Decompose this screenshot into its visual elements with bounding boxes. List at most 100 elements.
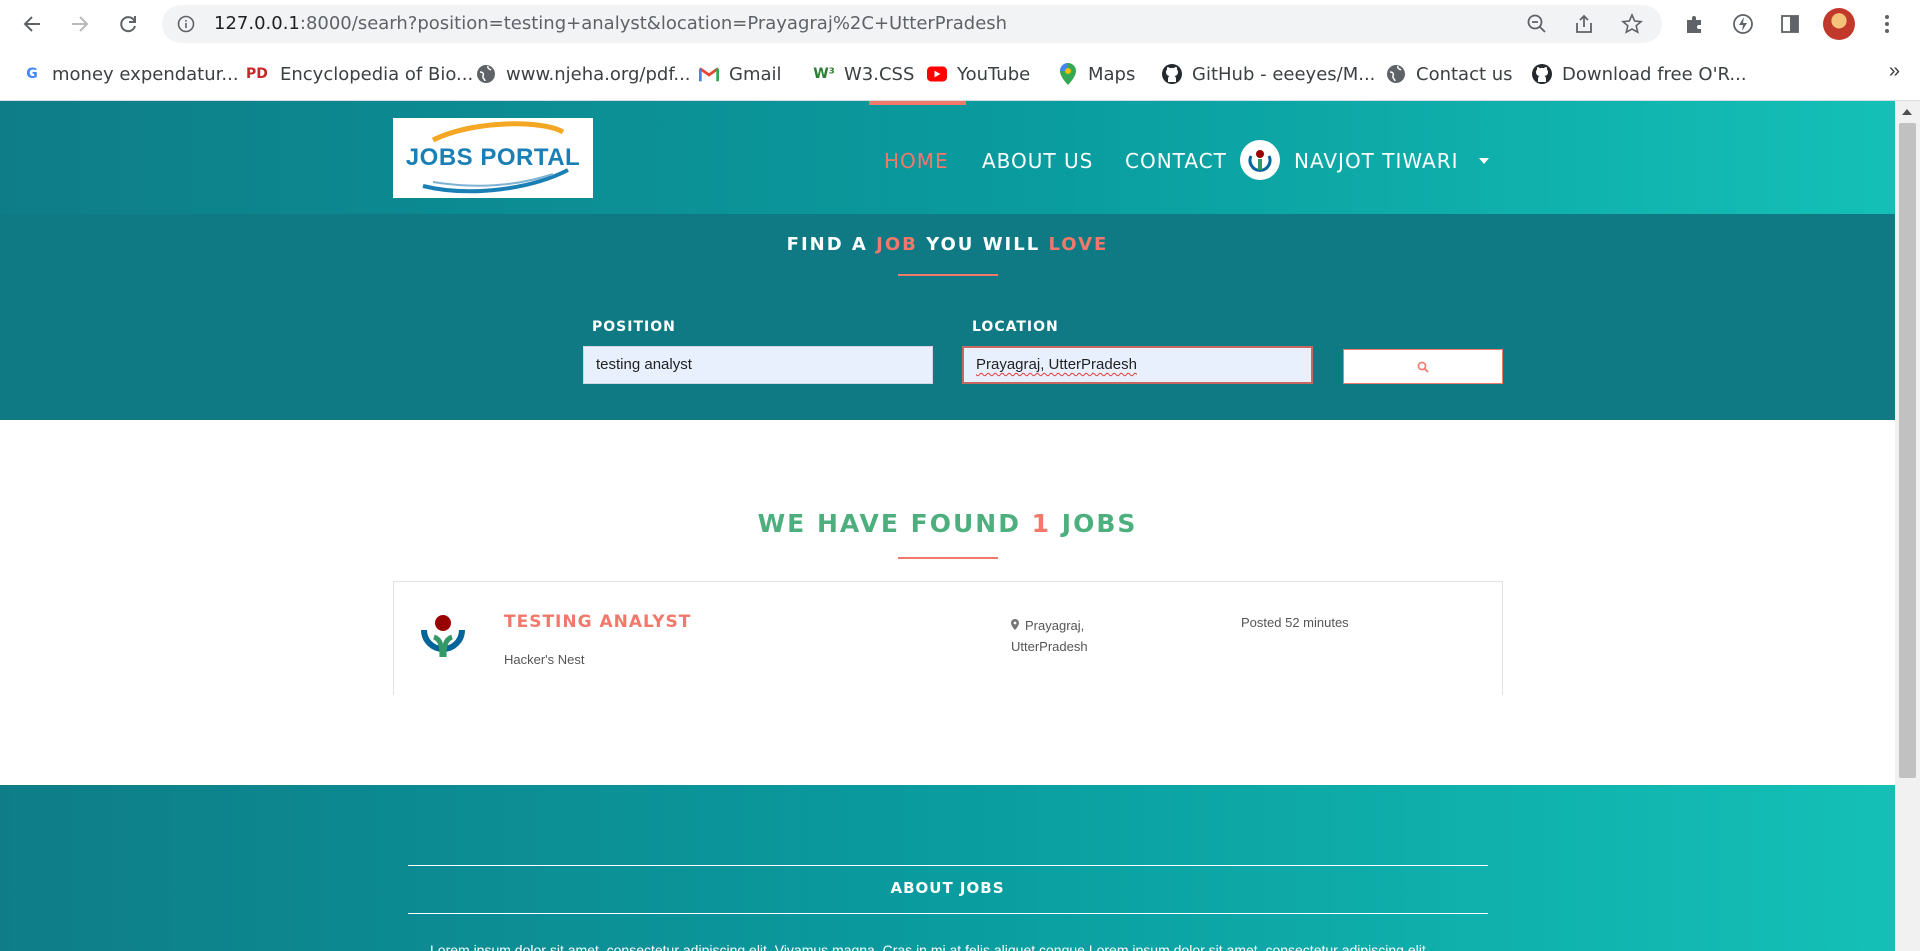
- youtube-icon: [927, 64, 947, 84]
- extensions-button[interactable]: [1680, 9, 1710, 39]
- nav-home[interactable]: HOME: [884, 149, 949, 173]
- url-path: :8000/searh?position=testing+analyst&loc…: [299, 13, 1008, 34]
- bookmark-label: YouTube: [957, 63, 1031, 85]
- bookmark-item[interactable]: GitHub - eeeyes/M...: [1162, 60, 1375, 88]
- bookmark-item[interactable]: Gmail: [699, 60, 782, 88]
- caret-down-icon[interactable]: [1479, 158, 1489, 164]
- forward-arrow-icon: [72, 16, 89, 32]
- footer-text: Lorem ipsum dolor sit amet, consectetur …: [430, 942, 1430, 951]
- zoom-icon[interactable]: [1526, 13, 1548, 35]
- position-input-value: testing analyst: [596, 356, 692, 373]
- browser-menu-button[interactable]: [1872, 9, 1902, 39]
- search-icon: [1417, 361, 1429, 373]
- url-host: 127.0.0.1: [214, 13, 300, 34]
- user-menu-name[interactable]: NAVJOT TIWARI: [1294, 149, 1459, 173]
- hero-title-part: FIND A: [786, 234, 877, 255]
- bookmark-label: Encyclopedia of Bio...: [280, 63, 474, 85]
- browser-toolbar: 127.0.0.1:8000/searh?position=testing+an…: [0, 0, 1920, 48]
- location-input[interactable]: Prayagraj, UtterPradesh: [962, 346, 1313, 384]
- scroll-up-icon[interactable]: [1902, 109, 1912, 115]
- hero-divider: [898, 274, 998, 276]
- footer-divider: [408, 913, 1488, 914]
- bookmark-item[interactable]: YouTube: [927, 60, 1030, 88]
- side-panel-button[interactable]: [1775, 9, 1805, 39]
- w3-icon: W³: [813, 66, 835, 82]
- site-logo[interactable]: JOBS PORTAL: [393, 118, 593, 198]
- kebab-menu-icon: [1885, 15, 1889, 33]
- job-company: Hacker's Nest: [504, 652, 585, 667]
- position-input[interactable]: testing analyst: [583, 346, 933, 384]
- bookmark-label: Download free O'R...: [1562, 63, 1747, 85]
- page-viewport: JOBS PORTAL HOME ABOUT US CONTACT NAVJOT…: [0, 101, 1895, 951]
- results-divider: [898, 557, 998, 559]
- pd-icon: PD: [246, 66, 268, 82]
- location-input-value: Prayagraj, UtterPradesh: [976, 356, 1137, 373]
- job-card[interactable]: TESTING ANALYST Hacker's Nest Prayagraj,…: [393, 581, 1503, 695]
- bolt-circle-icon: [1733, 14, 1753, 34]
- job-location-line2: UtterPradesh: [1011, 639, 1088, 654]
- bookmark-item[interactable]: Contact us: [1386, 60, 1513, 88]
- bookmark-label: GitHub - eeeyes/M...: [1192, 63, 1376, 85]
- github-icon: [1162, 64, 1182, 84]
- search-button[interactable]: [1343, 349, 1503, 384]
- job-posted-time: Posted 52 minutes: [1241, 615, 1349, 630]
- active-nav-indicator: [869, 101, 966, 105]
- hero-title-accent: LOVE: [1048, 234, 1109, 255]
- search-section: FIND A JOB YOU WILL LOVE POSITION testin…: [0, 214, 1895, 420]
- bookmarks-bar: G money expendatur... PD Encyclopedia of…: [0, 48, 1920, 101]
- address-bar[interactable]: 127.0.0.1:8000/searh?position=testing+an…: [162, 5, 1662, 43]
- vertical-scrollbar[interactable]: [1895, 101, 1920, 951]
- url-text[interactable]: 127.0.0.1:8000/searh?position=testing+an…: [214, 5, 1007, 43]
- profile-avatar[interactable]: [1823, 8, 1855, 40]
- bookmark-item[interactable]: Maps: [1058, 60, 1135, 88]
- results-title-suffix: JOBS: [1051, 509, 1138, 538]
- job-location-line1: Prayagraj,: [1025, 618, 1085, 633]
- bookmarks-overflow-button[interactable]: »: [1889, 60, 1900, 83]
- nav-contact[interactable]: CONTACT: [1125, 149, 1227, 173]
- performance-button[interactable]: [1728, 9, 1758, 39]
- hero-title-accent: JOB: [876, 234, 918, 255]
- bookmark-item[interactable]: www.njeha.org/pdf...: [476, 60, 691, 88]
- bookmark-star-icon[interactable]: [1621, 13, 1643, 35]
- results-title-prefix: WE HAVE FOUND: [757, 509, 1032, 538]
- site-info-icon[interactable]: [177, 15, 195, 33]
- bookmark-item[interactable]: G money expendatur...: [22, 60, 238, 88]
- user-avatar[interactable]: [1240, 140, 1280, 180]
- share-icon[interactable]: [1573, 13, 1595, 35]
- location-label: LOCATION: [972, 319, 1059, 335]
- site-header: JOBS PORTAL HOME ABOUT US CONTACT NAVJOT…: [0, 101, 1895, 214]
- bookmark-label: W3.CSS: [844, 63, 915, 85]
- google-icon: G: [26, 66, 38, 82]
- wikimedia-logo-icon: [1248, 150, 1272, 172]
- back-arrow-icon: [23, 16, 40, 32]
- bookmark-item[interactable]: PD Encyclopedia of Bio...: [244, 60, 473, 88]
- company-logo-icon: [421, 615, 465, 658]
- position-label: POSITION: [592, 319, 676, 335]
- reload-icon: [120, 16, 136, 33]
- bookmark-label: Maps: [1088, 63, 1136, 85]
- back-button[interactable]: [16, 8, 48, 40]
- hero-title: FIND A JOB YOU WILL LOVE: [0, 234, 1895, 255]
- globe-icon: [1386, 64, 1406, 84]
- map-pin-icon: [1011, 615, 1019, 636]
- bookmark-label: Contact us: [1416, 63, 1513, 85]
- puzzle-icon: [1687, 16, 1701, 33]
- scrollbar-thumb[interactable]: [1899, 123, 1916, 778]
- job-location: Prayagraj, UtterPradesh: [1011, 615, 1131, 657]
- bookmark-label: Gmail: [729, 63, 782, 85]
- results-title: WE HAVE FOUND 1 JOBS: [0, 509, 1895, 538]
- reload-button[interactable]: [112, 8, 144, 40]
- bookmark-label: www.njeha.org/pdf...: [506, 63, 691, 85]
- footer-title: ABOUT JOBS: [890, 879, 1005, 897]
- bookmark-item[interactable]: Download free O'R...: [1532, 60, 1747, 88]
- github-icon: [1532, 64, 1552, 84]
- nav-about-us[interactable]: ABOUT US: [982, 149, 1093, 173]
- side-panel-icon: [1781, 15, 1799, 33]
- gmail-icon: [699, 64, 719, 84]
- hero-title-part: YOU WILL: [917, 234, 1049, 255]
- maps-icon: [1058, 63, 1078, 85]
- bookmark-item[interactable]: W³ W3.CSS: [813, 60, 915, 88]
- globe-icon: [476, 64, 496, 84]
- forward-button[interactable]: [64, 8, 96, 40]
- job-title[interactable]: TESTING ANALYST: [504, 612, 691, 632]
